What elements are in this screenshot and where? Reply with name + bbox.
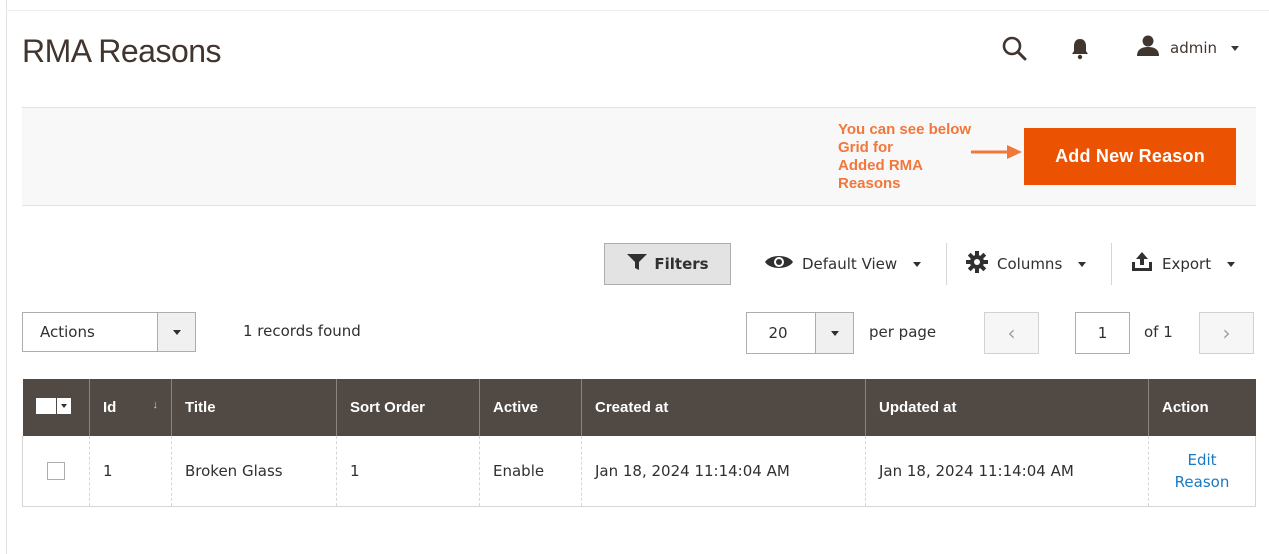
annotation-line: Reasons — [838, 175, 901, 192]
cell-sort-order: 1 — [336, 436, 480, 507]
chevron-down-icon — [1078, 261, 1087, 267]
dropdown-toggle[interactable] — [815, 313, 853, 353]
chevron-down-icon — [913, 261, 922, 267]
records-found: 1 records found — [243, 322, 361, 340]
search-icon[interactable] — [1002, 36, 1028, 62]
user-icon — [1136, 35, 1160, 61]
export-label: Export — [1162, 255, 1212, 273]
mass-select-header[interactable] — [22, 379, 90, 436]
reasons-grid: Id ↓ Title Sort Order Active Created at … — [22, 379, 1256, 507]
filters-label: Filters — [654, 255, 709, 273]
cell-active: Enable — [479, 436, 582, 507]
chevron-down-icon — [1231, 45, 1239, 51]
edit-link-line: Edit — [1187, 450, 1217, 469]
column-label: Id — [103, 399, 117, 416]
column-header-updated-at[interactable]: Updated at — [865, 379, 1149, 436]
column-header-created-at[interactable]: Created at — [581, 379, 866, 436]
next-page-button[interactable]: › — [1199, 312, 1254, 354]
per-page-label: per page — [869, 323, 937, 341]
total-pages: of 1 — [1144, 323, 1173, 341]
user-name: admin — [1170, 39, 1217, 57]
per-page-value: 20 — [768, 324, 788, 342]
view-selector[interactable]: Default View — [764, 250, 922, 278]
page-left-border — [6, 0, 7, 554]
actions-label: Actions — [40, 323, 95, 341]
upload-icon — [1130, 251, 1154, 277]
prev-page-button[interactable]: ‹ — [984, 312, 1039, 354]
export-selector[interactable]: Export — [1130, 250, 1236, 278]
edit-link-line: Reason — [1174, 472, 1230, 491]
column-header-action: Action — [1148, 379, 1256, 436]
gear-icon — [965, 250, 989, 278]
chevron-left-icon: ‹ — [1007, 321, 1016, 345]
bell-icon[interactable] — [1071, 38, 1089, 60]
per-page-select[interactable]: 20 — [746, 312, 854, 354]
columns-label: Columns — [997, 255, 1063, 273]
mass-select-checkbox[interactable] — [35, 397, 71, 414]
user-menu[interactable]: admin — [1136, 35, 1239, 61]
edit-reason-link[interactable]: Edit Reason — [1162, 449, 1242, 493]
table-header-row: Id ↓ Title Sort Order Active Created at … — [22, 379, 1256, 436]
cell-created-at: Jan 18, 2024 11:14:04 AM — [581, 436, 866, 507]
mass-actions-select[interactable]: Actions — [22, 312, 196, 352]
sort-arrow-icon: ↓ — [152, 399, 159, 411]
column-header-title[interactable]: Title — [171, 379, 337, 436]
chevron-down-icon — [830, 330, 839, 336]
page-title: RMA Reasons — [22, 33, 222, 69]
columns-selector[interactable]: Columns — [965, 250, 1087, 278]
filter-icon — [626, 253, 648, 275]
annotation-note: You can see below Grid for Added RMA Rea… — [838, 121, 971, 193]
add-new-reason-button[interactable]: Add New Reason — [1024, 128, 1236, 185]
filters-button[interactable]: Filters — [604, 243, 731, 285]
view-label: Default View — [802, 255, 898, 273]
row-checkbox[interactable] — [47, 462, 65, 480]
annotation-line: You can see below — [838, 121, 972, 138]
column-header-active[interactable]: Active — [479, 379, 582, 436]
annotation-line: Added RMA — [838, 157, 923, 174]
chevron-right-icon: › — [1222, 321, 1231, 345]
row-select-cell — [22, 436, 90, 507]
chevron-down-icon — [56, 397, 71, 414]
cell-updated-at: Jan 18, 2024 11:14:04 AM — [865, 436, 1149, 507]
eye-icon — [764, 253, 794, 275]
checkbox-icon — [35, 397, 56, 414]
arrow-right-icon — [969, 143, 1023, 165]
cell-action: Edit Reason — [1148, 436, 1256, 507]
chevron-down-icon — [1227, 261, 1236, 267]
toolbar-divider — [946, 243, 947, 285]
page-number-input[interactable]: 1 — [1075, 312, 1130, 354]
dropdown-toggle[interactable] — [157, 313, 195, 351]
chevron-down-icon — [172, 329, 181, 335]
page-top-border — [6, 10, 1269, 11]
column-header-id[interactable]: Id ↓ — [89, 379, 172, 436]
cell-id: 1 — [89, 436, 172, 507]
cell-title: Broken Glass — [171, 436, 337, 507]
annotation-line: Grid for — [838, 139, 893, 156]
table-row: 1 Broken Glass 1 Enable Jan 18, 2024 11:… — [22, 436, 1256, 507]
toolbar-divider — [1111, 243, 1112, 285]
column-header-sort-order[interactable]: Sort Order — [336, 379, 480, 436]
